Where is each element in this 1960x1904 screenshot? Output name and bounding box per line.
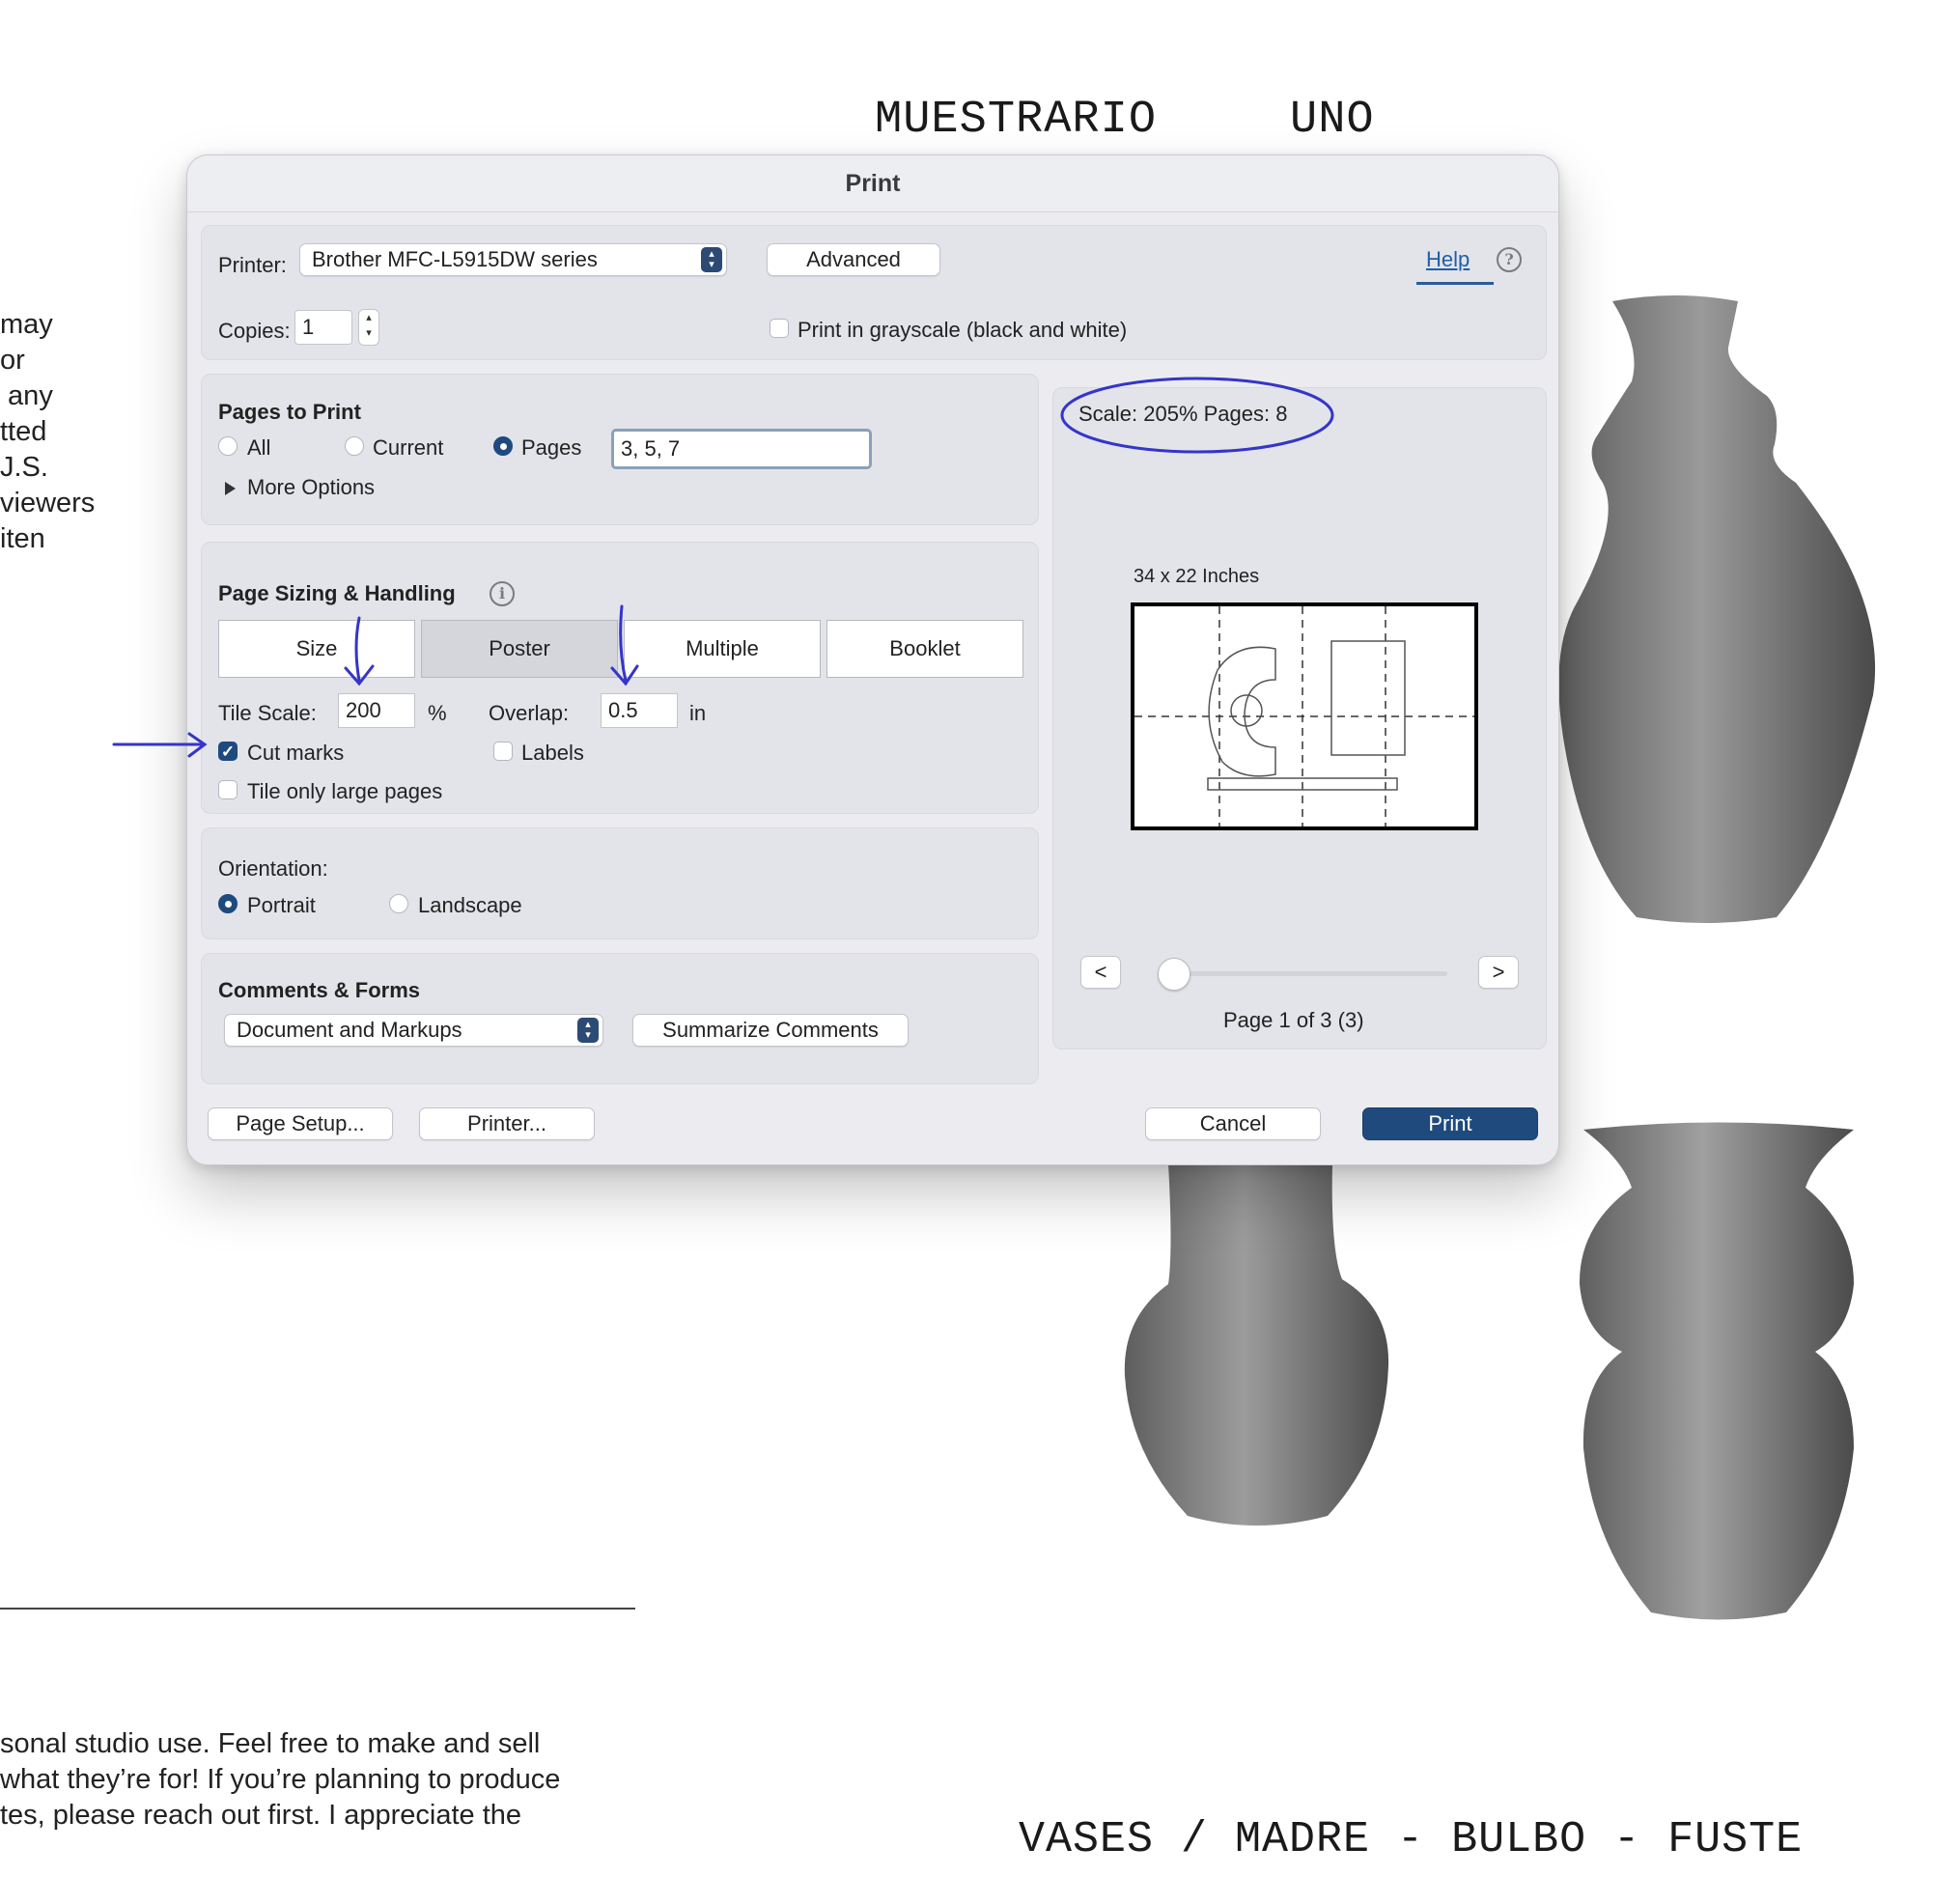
radio-all-label: All — [247, 435, 271, 460]
printer-panel: Printer: Brother MFC-L5915DW series ▴ ▾ A… — [201, 225, 1547, 360]
tab-size[interactable]: Size — [218, 620, 415, 678]
side-text-line: iten — [0, 523, 45, 554]
orientation-panel: Orientation: Portrait Landscape — [201, 827, 1039, 939]
labels-label: Labels — [521, 741, 584, 765]
radio-landscape-label: Landscape — [418, 893, 522, 917]
tile-only-large-label: Tile only large pages — [247, 779, 443, 803]
license-text-line: sonal studio use. Feel free to make and … — [0, 1728, 541, 1759]
pages-to-print-header: Pages to Print — [218, 400, 361, 424]
tab-poster[interactable]: Poster — [421, 620, 618, 678]
more-options-label[interactable]: More Options — [247, 475, 375, 500]
printer-select[interactable]: Brother MFC-L5915DW series ▴ ▾ — [299, 243, 727, 276]
tile-scale-label: Tile Scale: — [218, 701, 317, 725]
paper-size-text: 34 x 22 Inches — [1134, 566, 1260, 587]
comments-forms-header: Comments & Forms — [218, 978, 421, 1002]
radio-pages-label: Pages — [521, 435, 582, 460]
page-preview-image — [1131, 602, 1478, 830]
cut-marks-checkbox[interactable]: ✓ — [218, 742, 238, 761]
side-text-line: or — [0, 345, 25, 376]
document-subtitle-vases: VASES / MADRE - BULBO - FUSTE — [1019, 1815, 1804, 1864]
page-sizing-panel: Page Sizing & Handling i Size Poster Mul… — [201, 542, 1039, 814]
vase-image-madre — [1558, 295, 1876, 923]
pages-range-input[interactable]: 3, 5, 7 — [611, 429, 872, 469]
license-text-line: tes, please reach out first. I appreciat… — [0, 1800, 522, 1831]
comments-forms-panel: Comments & Forms Document and Markups ▴ ▾… — [201, 953, 1039, 1084]
copies-stepper[interactable]: ▴ ▾ — [358, 309, 379, 346]
tab-booklet[interactable]: Booklet — [826, 620, 1023, 678]
popup-arrows-icon: ▴ ▾ — [577, 1018, 599, 1043]
print-button[interactable]: Print — [1362, 1107, 1538, 1140]
help-underline — [1416, 282, 1494, 285]
pages-to-print-panel: Pages to Print All Current Pages 3, 5, 7… — [201, 374, 1039, 525]
scale-pages-text: Scale: 205% Pages: 8 — [1078, 402, 1288, 426]
help-question-icon[interactable]: ? — [1497, 247, 1522, 272]
document-title-muestrario: MUESTRARIO — [875, 95, 1158, 146]
page-sizing-header: Page Sizing & Handling — [218, 581, 456, 605]
radio-portrait-label: Portrait — [247, 893, 316, 917]
overlap-input[interactable]: 0.5 — [601, 693, 678, 728]
comments-forms-select[interactable]: Document and Markups ▴ ▾ — [224, 1014, 603, 1047]
labels-checkbox[interactable] — [493, 742, 513, 761]
side-text-line: J.S. — [0, 452, 48, 483]
advanced-button[interactable]: Advanced — [767, 243, 940, 276]
page-setup-button[interactable]: Page Setup... — [208, 1107, 393, 1140]
radio-all[interactable] — [218, 436, 238, 456]
side-text-line: tted — [0, 416, 47, 447]
cut-marks-label: Cut marks — [247, 741, 345, 765]
tab-multiple[interactable]: Multiple — [624, 620, 821, 678]
dialog-title: Print — [187, 155, 1558, 212]
radio-current[interactable] — [345, 436, 364, 456]
preview-prev-button[interactable]: < — [1080, 956, 1121, 989]
document-title-uno: UNO — [1290, 95, 1375, 146]
tile-scale-unit: % — [428, 701, 447, 725]
radio-pages[interactable] — [493, 436, 513, 456]
side-text-line: viewers — [0, 488, 96, 518]
vase-image-fuste — [1124, 1163, 1389, 1526]
grayscale-checkbox[interactable] — [770, 319, 789, 338]
radio-current-label: Current — [373, 435, 444, 460]
radio-portrait[interactable] — [218, 894, 238, 913]
vase-image-bulbo — [1579, 1122, 1854, 1620]
printer-button[interactable]: Printer... — [419, 1107, 595, 1140]
tile-scale-input[interactable]: 200 — [338, 693, 415, 728]
printer-label: Printer: — [218, 253, 287, 277]
side-text-block: may or any tted J.S. viewers iten — [0, 307, 95, 557]
preview-slider-thumb[interactable] — [1158, 958, 1190, 991]
preview-slider-track[interactable] — [1162, 971, 1447, 976]
summarize-comments-button[interactable]: Summarize Comments — [632, 1014, 909, 1047]
preview-panel: Scale: 205% Pages: 8 34 x 22 Inches < > … — [1052, 387, 1547, 1050]
popup-arrows-icon: ▴ ▾ — [701, 247, 722, 272]
overlap-unit: in — [689, 701, 707, 725]
printer-select-value: Brother MFC-L5915DW series — [312, 247, 598, 271]
page-count-text: Page 1 of 3 (3) — [1223, 1008, 1364, 1032]
grayscale-label: Print in grayscale (black and white) — [798, 318, 1128, 342]
preview-next-button[interactable]: > — [1478, 956, 1519, 989]
info-icon[interactable]: i — [490, 581, 515, 606]
comments-forms-select-value: Document and Markups — [237, 1018, 462, 1042]
radio-landscape[interactable] — [389, 894, 408, 913]
print-dialog: Print Printer: Brother MFC-L5915DW serie… — [186, 154, 1559, 1165]
help-link[interactable]: Help — [1426, 247, 1470, 272]
orientation-header: Orientation: — [218, 856, 328, 881]
horizontal-rule — [0, 1608, 635, 1610]
license-text-block: sonal studio use. Feel free to make and … — [0, 1726, 560, 1834]
license-text-line: what they’re for! If you’re planning to … — [0, 1764, 561, 1795]
overlap-label: Overlap: — [489, 701, 570, 725]
disclosure-triangle-icon[interactable] — [225, 482, 236, 495]
cancel-button[interactable]: Cancel — [1145, 1107, 1321, 1140]
tile-only-large-checkbox[interactable] — [218, 780, 238, 799]
copies-input[interactable]: 1 — [294, 310, 352, 345]
copies-label: Copies: — [218, 319, 291, 343]
side-text-line: any — [0, 380, 53, 411]
side-text-line: may — [0, 309, 53, 340]
